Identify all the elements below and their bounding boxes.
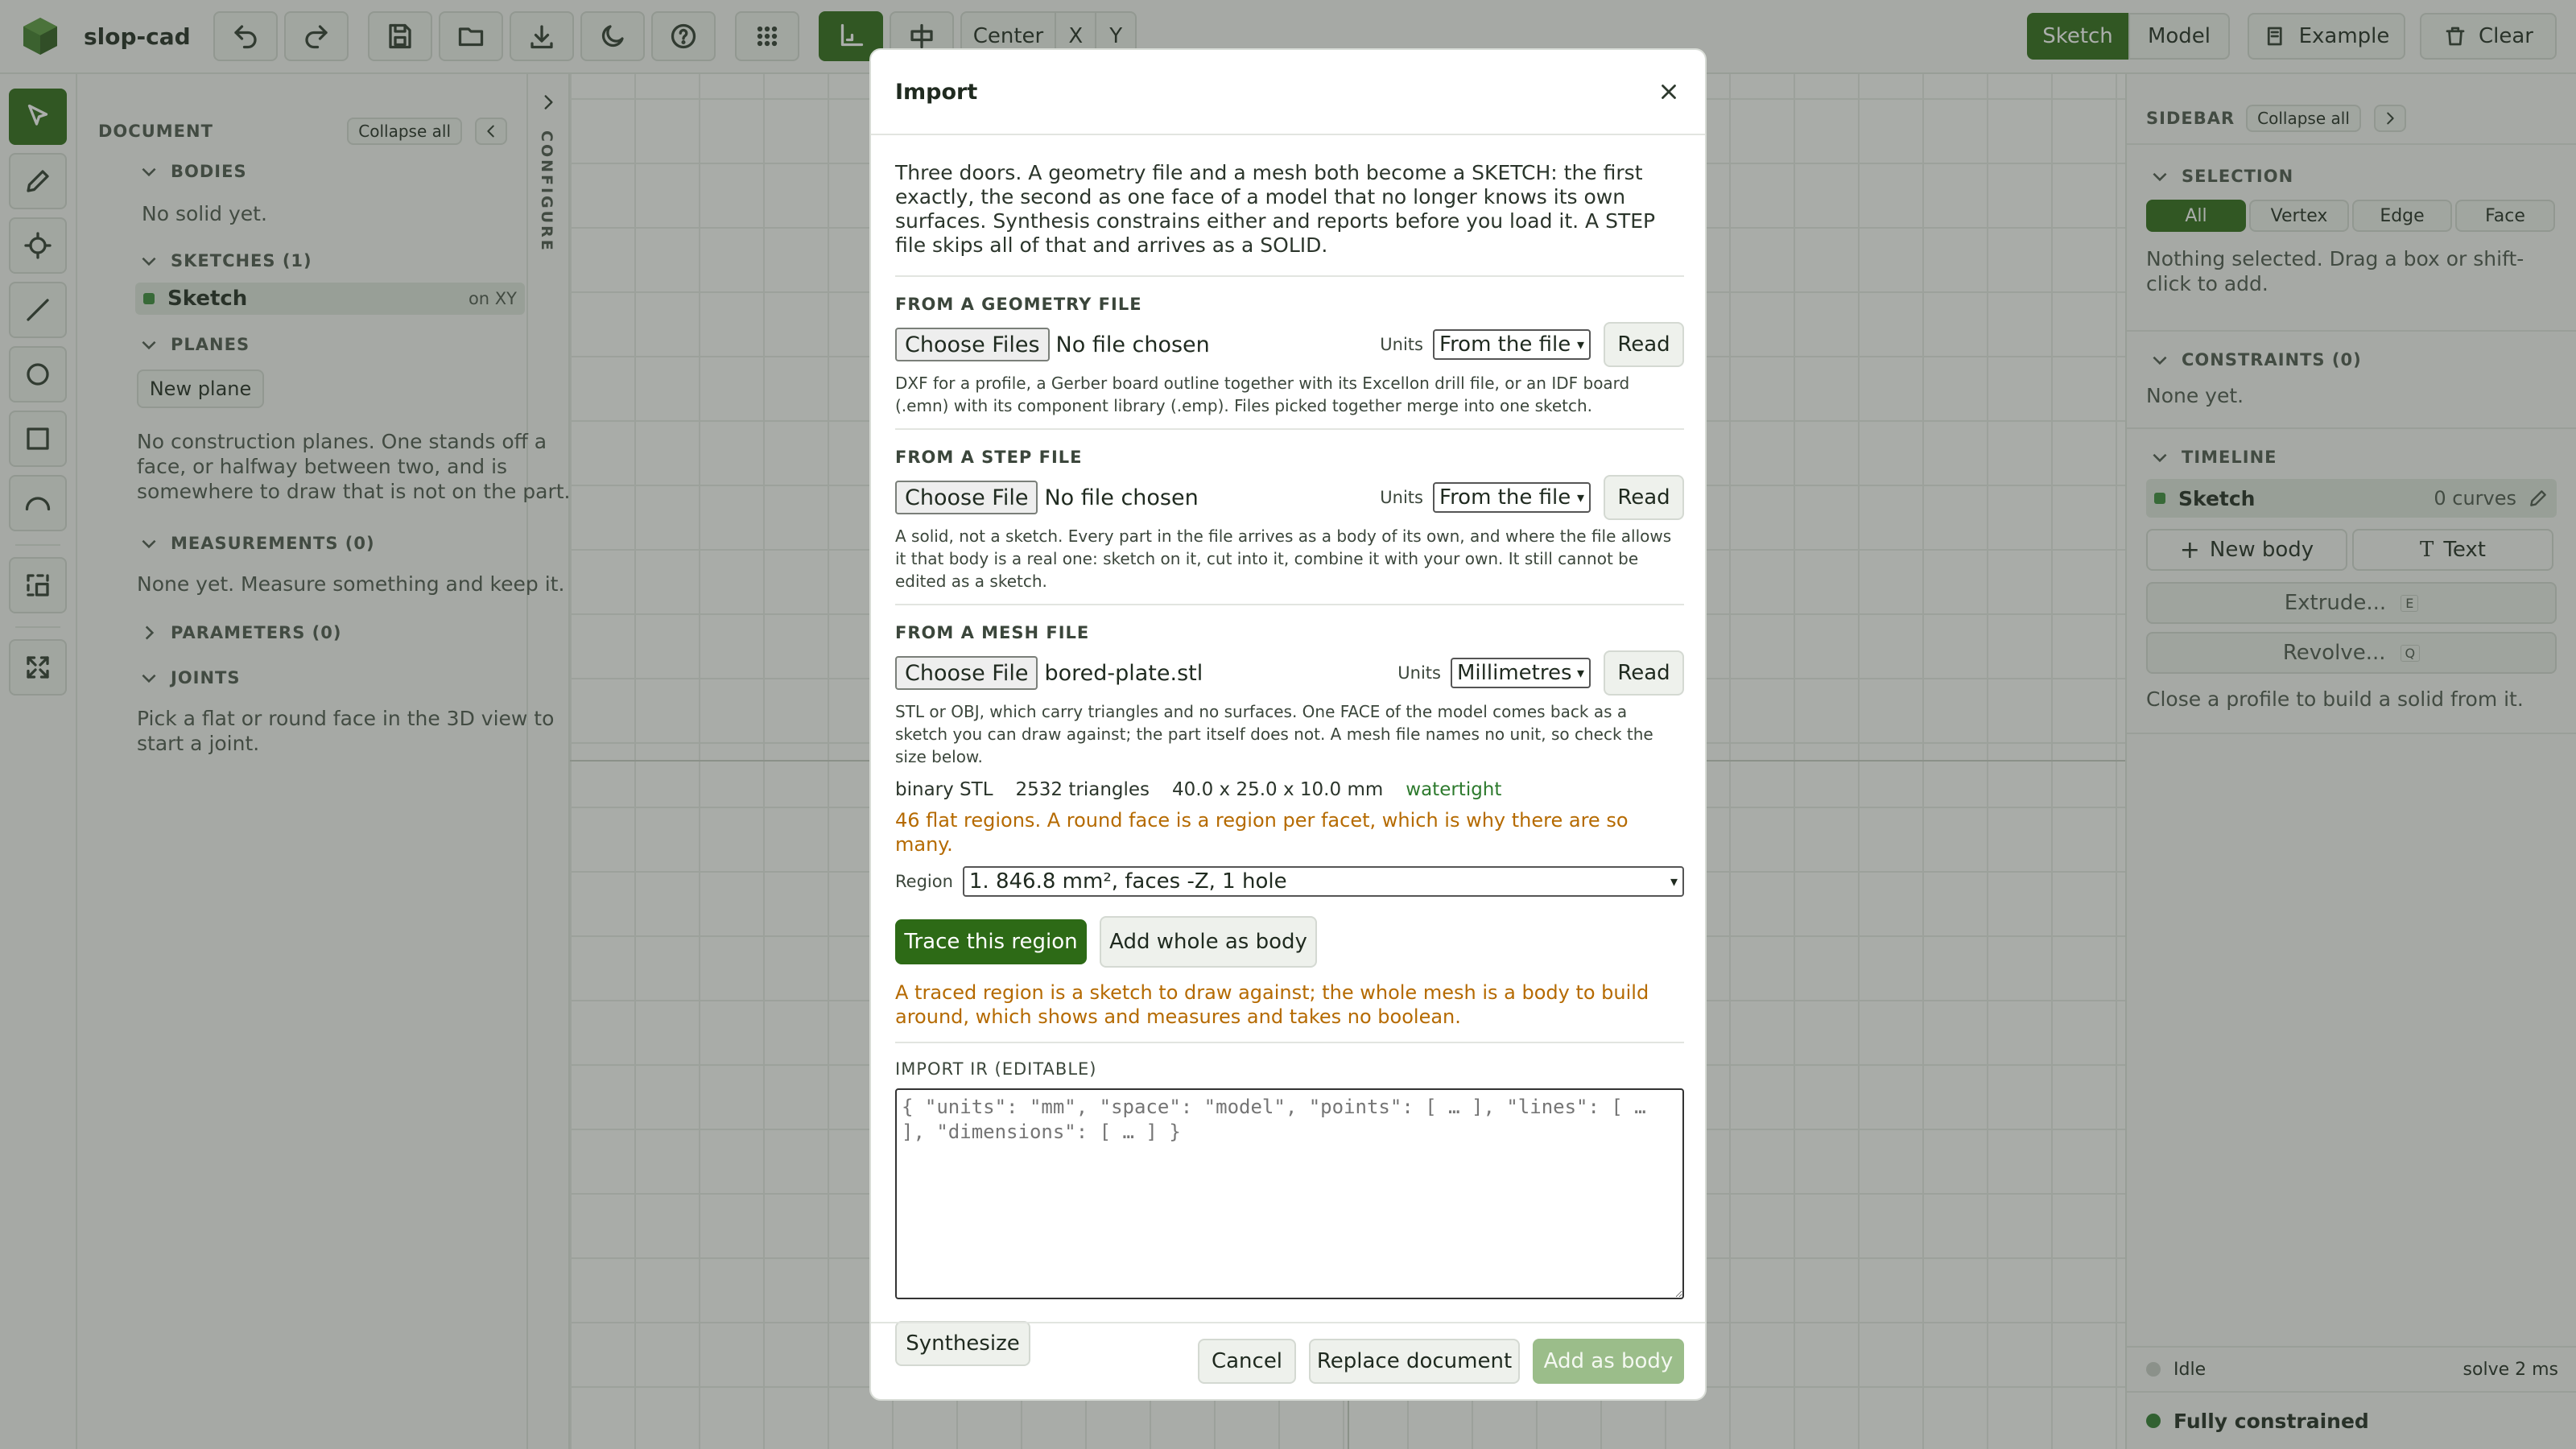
mesh-regions-note: 46 flat regions. A round face is a regio… bbox=[895, 809, 1629, 856]
step-units-select[interactable]: From the file ▾ bbox=[1433, 482, 1591, 513]
mesh-stats: binary STL 2532 triangles 40.0 x 25.0 x … bbox=[895, 779, 1684, 800]
dialog-footer: Cancel Replace document Add as body bbox=[871, 1322, 1705, 1399]
add-as-body-label: Add as body bbox=[1543, 1349, 1674, 1373]
add-whole-label: Add whole as body bbox=[1109, 930, 1307, 954]
geometry-read-button[interactable]: Read bbox=[1604, 322, 1684, 367]
import-dialog: Import Three doors. A geometry file and … bbox=[869, 48, 1707, 1401]
step-read-button[interactable]: Read bbox=[1604, 475, 1684, 520]
mesh-size: 40.0 x 25.0 x 10.0 mm bbox=[1172, 779, 1384, 800]
read-label: Read bbox=[1617, 332, 1670, 357]
chevron-down-icon: ▾ bbox=[1576, 489, 1584, 506]
choose-geometry-files-button[interactable]: Choose Files bbox=[895, 328, 1050, 361]
region-select[interactable]: 1. 846.8 mm², faces -Z, 1 hole ▾ bbox=[962, 866, 1684, 897]
mesh-file-name: bored-plate.stl bbox=[1044, 660, 1203, 686]
replace-document-button[interactable]: Replace document bbox=[1309, 1339, 1520, 1384]
choose-mesh-file-button[interactable]: Choose File bbox=[895, 656, 1038, 690]
read-label: Read bbox=[1617, 485, 1670, 510]
cancel-button[interactable]: Cancel bbox=[1198, 1339, 1296, 1384]
choose-step-file-button[interactable]: Choose File bbox=[895, 481, 1038, 514]
units-label: Units bbox=[1397, 663, 1441, 683]
trace-note: A traced region is a sketch to draw agai… bbox=[895, 981, 1649, 1028]
mesh-watertight-badge: watertight bbox=[1406, 779, 1502, 800]
mesh-units-select[interactable]: Millimetres ▾ bbox=[1451, 658, 1591, 688]
section-divider bbox=[895, 428, 1684, 430]
units-value: Millimetres bbox=[1457, 661, 1572, 685]
mesh-section-title: FROM A MESH FILE bbox=[895, 623, 1090, 642]
mesh-read-button[interactable]: Read bbox=[1604, 650, 1684, 696]
step-section-title: FROM A STEP FILE bbox=[895, 448, 1083, 467]
mesh-format: binary STL bbox=[895, 779, 993, 800]
step-help-text: A solid, not a sketch. Every part in the… bbox=[895, 526, 1672, 591]
choose-file-label: Choose File bbox=[905, 660, 1029, 686]
import-ir-textarea[interactable] bbox=[895, 1088, 1684, 1299]
chevron-down-icon: ▾ bbox=[1576, 336, 1584, 353]
trace-region-button[interactable]: Trace this region bbox=[895, 919, 1087, 964]
units-label: Units bbox=[1380, 335, 1423, 354]
section-divider bbox=[895, 275, 1684, 277]
units-value: From the file bbox=[1439, 485, 1571, 510]
geometry-file-name: No file chosen bbox=[1055, 332, 1210, 357]
section-divider bbox=[895, 604, 1684, 605]
dialog-title: Import bbox=[895, 79, 978, 105]
chevron-down-icon: ▾ bbox=[1670, 873, 1678, 890]
choose-files-label: Choose Files bbox=[905, 332, 1040, 357]
close-icon[interactable] bbox=[1657, 80, 1681, 104]
add-whole-as-body-button[interactable]: Add whole as body bbox=[1100, 916, 1317, 968]
geometry-section-title: FROM A GEOMETRY FILE bbox=[895, 295, 1142, 314]
cancel-label: Cancel bbox=[1211, 1349, 1283, 1373]
ir-section-title: IMPORT IR (EDITABLE) bbox=[895, 1059, 1097, 1079]
section-divider bbox=[895, 1042, 1684, 1043]
trace-region-label: Trace this region bbox=[904, 930, 1078, 954]
chevron-down-icon: ▾ bbox=[1576, 664, 1584, 682]
dialog-intro: Three doors. A geometry file and a mesh … bbox=[895, 161, 1656, 257]
step-file-name: No file chosen bbox=[1044, 485, 1199, 510]
mesh-triangle-count: 2532 triangles bbox=[1015, 779, 1150, 800]
region-label: Region bbox=[895, 872, 953, 891]
mesh-help-text: STL or OBJ, which carry triangles and no… bbox=[895, 702, 1653, 766]
geometry-help-text: DXF for a profile, a Gerber board outlin… bbox=[895, 374, 1630, 415]
geometry-units-select[interactable]: From the file ▾ bbox=[1433, 329, 1591, 360]
replace-document-label: Replace document bbox=[1316, 1349, 1513, 1373]
units-value: From the file bbox=[1439, 332, 1571, 357]
read-label: Read bbox=[1617, 661, 1670, 685]
region-value: 1. 846.8 mm², faces -Z, 1 hole bbox=[968, 869, 1287, 894]
units-label: Units bbox=[1380, 488, 1423, 507]
add-as-body-button[interactable]: Add as body bbox=[1533, 1339, 1684, 1384]
choose-file-label: Choose File bbox=[905, 485, 1029, 510]
